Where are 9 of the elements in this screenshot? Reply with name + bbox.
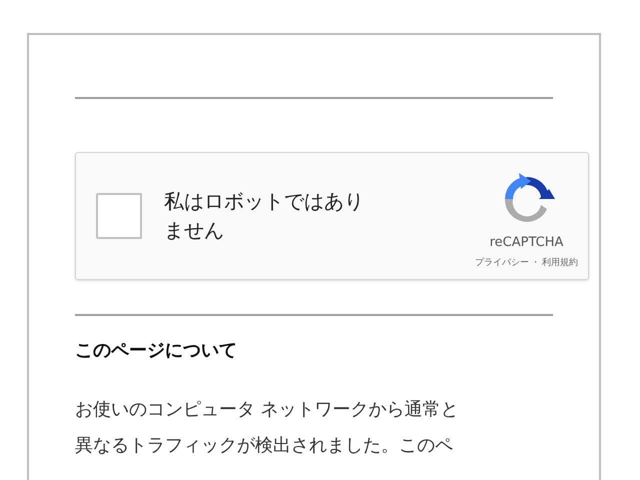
section-heading: このページについて [75, 339, 238, 363]
paragraph-line: 異なるトラフィックが検出されました。このペ [75, 434, 454, 458]
paragraph-line: お使いのコンピュータ ネットワークから通常と [75, 398, 460, 422]
terms-link[interactable]: 利用規約 [542, 256, 578, 269]
link-separator: ・ [531, 257, 540, 269]
recaptcha-brand: reCAPTCHA [490, 235, 564, 250]
privacy-link[interactable]: プライバシー [475, 256, 529, 269]
checkbox-label: 私はロボットではありません [164, 188, 365, 244]
checkbox[interactable] [96, 193, 142, 239]
